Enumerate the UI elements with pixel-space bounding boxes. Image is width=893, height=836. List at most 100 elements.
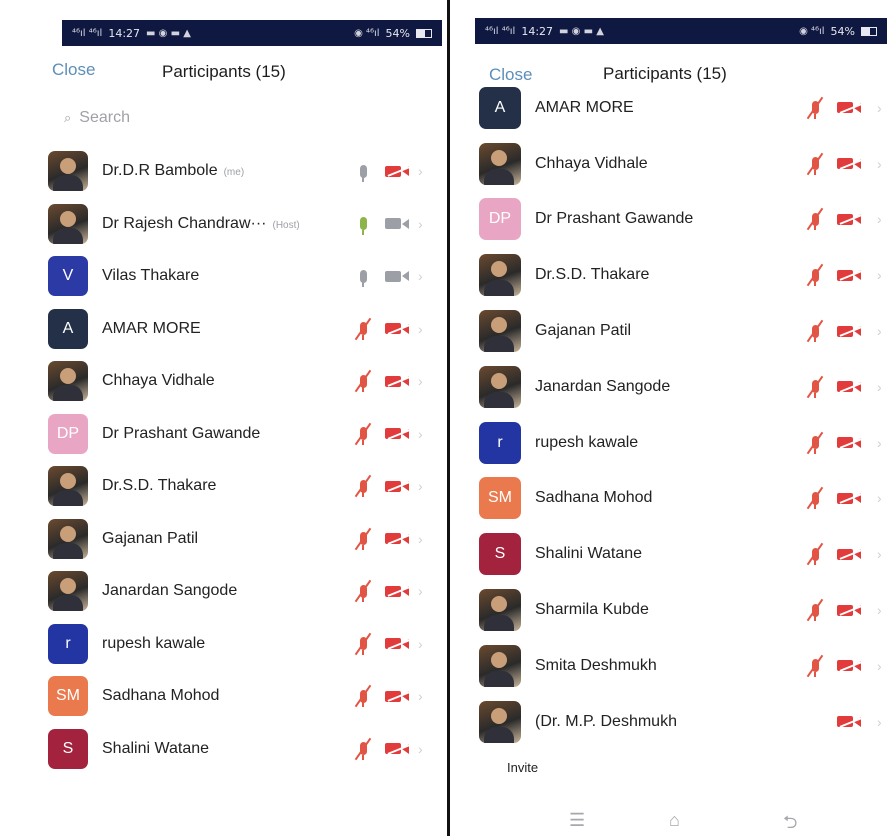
video-off-icon[interactable] xyxy=(837,269,861,282)
mic-icon[interactable] xyxy=(355,265,371,288)
chevron-right-icon[interactable]: › xyxy=(877,323,882,339)
video-off-icon[interactable] xyxy=(385,480,409,493)
video-off-icon[interactable] xyxy=(837,492,861,505)
chevron-right-icon[interactable]: › xyxy=(877,156,882,172)
participant-row[interactable]: r rupesh kawale › xyxy=(457,415,889,471)
participant-row[interactable]: Chhaya Vidhale › xyxy=(457,136,889,192)
mic-muted-icon[interactable] xyxy=(807,264,823,287)
chevron-right-icon[interactable]: › xyxy=(877,100,882,116)
chevron-right-icon[interactable]: › xyxy=(418,321,423,337)
chevron-right-icon[interactable]: › xyxy=(418,163,423,179)
mic-muted-icon[interactable] xyxy=(807,376,823,398)
video-off-icon[interactable] xyxy=(385,637,409,650)
chevron-right-icon[interactable]: › xyxy=(877,435,882,451)
participant-row[interactable]: V Vilas Thakare › xyxy=(22,250,442,303)
chevron-right-icon[interactable]: › xyxy=(418,478,423,494)
mic-muted-icon[interactable] xyxy=(355,580,371,603)
mic-muted-icon[interactable] xyxy=(807,487,823,510)
chevron-right-icon[interactable]: › xyxy=(877,714,882,730)
participant-row[interactable]: SM Sadhana Mohod › xyxy=(22,670,442,723)
mic-muted-icon[interactable] xyxy=(807,320,823,343)
video-off-icon[interactable] xyxy=(837,659,861,672)
mic-muted-icon[interactable] xyxy=(355,633,371,655)
video-icon[interactable] xyxy=(385,270,409,283)
mic-muted-icon[interactable] xyxy=(355,370,371,393)
video-off-icon[interactable] xyxy=(385,585,409,598)
mic-muted-icon[interactable] xyxy=(807,432,823,454)
participant-row[interactable]: Dr.S.D. Thakare › xyxy=(457,247,889,303)
mic-icon[interactable] xyxy=(355,160,371,183)
back-icon[interactable]: ⮌ xyxy=(783,810,797,836)
participant-row[interactable]: Gajanan Patil › xyxy=(22,513,442,566)
video-off-icon[interactable] xyxy=(837,715,861,728)
participant-row[interactable]: r rupesh kawale › xyxy=(22,618,442,671)
mic-muted-icon[interactable] xyxy=(807,599,823,622)
participant-row[interactable]: Dr.S.D. Thakare › xyxy=(22,460,442,513)
menu-icon[interactable]: ☰ xyxy=(569,810,585,831)
mic-muted-icon[interactable] xyxy=(807,153,823,175)
chevron-right-icon[interactable]: › xyxy=(418,216,423,232)
video-off-icon[interactable] xyxy=(385,532,409,545)
home-icon[interactable]: ⌂ xyxy=(669,810,680,831)
participant-row[interactable]: S Shalini Watane › xyxy=(22,723,442,776)
mic-muted-icon[interactable] xyxy=(355,318,371,340)
chevron-right-icon[interactable]: › xyxy=(418,373,423,389)
participant-row[interactable]: A AMAR MORE › xyxy=(457,80,889,136)
video-off-icon[interactable] xyxy=(837,548,861,561)
chevron-right-icon[interactable]: › xyxy=(877,658,882,674)
mic-muted-icon[interactable] xyxy=(355,475,371,498)
participant-row[interactable]: Dr.D.R Bambole (me) › xyxy=(22,145,442,198)
mic-muted-icon[interactable] xyxy=(807,655,823,677)
participant-row[interactable]: S Shalini Watane › xyxy=(457,526,889,582)
video-off-icon[interactable] xyxy=(837,101,861,114)
mic-muted-icon[interactable] xyxy=(355,423,371,445)
chevron-right-icon[interactable]: › xyxy=(418,583,423,599)
participant-row[interactable]: Janardan Sangode › xyxy=(22,565,442,618)
video-off-icon[interactable] xyxy=(837,436,861,449)
chevron-right-icon[interactable]: › xyxy=(877,379,882,395)
video-off-icon[interactable] xyxy=(385,322,409,335)
mic-muted-icon[interactable] xyxy=(355,738,371,760)
video-off-icon[interactable] xyxy=(837,380,861,393)
close-button[interactable]: Close xyxy=(52,60,95,80)
participant-row[interactable]: Sharmila Kubde › xyxy=(457,582,889,638)
participant-row[interactable]: Dr Rajesh Chandraw··· (Host) › xyxy=(22,198,442,251)
participant-row[interactable]: Gajanan Patil › xyxy=(457,303,889,359)
mic-muted-icon[interactable] xyxy=(355,685,371,708)
participant-row[interactable]: A AMAR MORE › xyxy=(22,303,442,356)
video-off-icon[interactable] xyxy=(837,325,861,338)
video-off-icon[interactable] xyxy=(385,165,409,178)
participant-row[interactable]: Smita Deshmukh › xyxy=(457,638,889,694)
chevron-right-icon[interactable]: › xyxy=(877,602,882,618)
participant-row[interactable]: Chhaya Vidhale › xyxy=(22,355,442,408)
chevron-right-icon[interactable]: › xyxy=(418,426,423,442)
chevron-right-icon[interactable]: › xyxy=(418,531,423,547)
chevron-right-icon[interactable]: › xyxy=(418,741,423,757)
chevron-right-icon[interactable]: › xyxy=(877,211,882,227)
mic-icon[interactable] xyxy=(355,213,371,235)
chevron-right-icon[interactable]: › xyxy=(877,267,882,283)
mic-muted-icon[interactable] xyxy=(807,543,823,566)
mic-muted-icon[interactable] xyxy=(807,208,823,231)
chevron-right-icon[interactable]: › xyxy=(418,636,423,652)
participant-row[interactable]: DP Dr Prashant Gawande › xyxy=(457,192,889,248)
chevron-right-icon[interactable]: › xyxy=(877,490,882,506)
chevron-right-icon[interactable]: › xyxy=(418,268,423,284)
participant-row[interactable]: SM Sadhana Mohod › xyxy=(457,471,889,527)
video-off-icon[interactable] xyxy=(385,742,409,755)
video-off-icon[interactable] xyxy=(385,690,409,703)
participant-row[interactable]: (Dr. M.P. Deshmukh › xyxy=(457,694,889,750)
mic-muted-icon[interactable] xyxy=(355,528,371,550)
invite-button[interactable]: Invite xyxy=(507,760,538,775)
video-off-icon[interactable] xyxy=(837,157,861,170)
chevron-right-icon[interactable]: › xyxy=(418,688,423,704)
search-input[interactable]: ⌕ Search xyxy=(64,104,404,132)
video-off-icon[interactable] xyxy=(385,427,409,440)
video-off-icon[interactable] xyxy=(837,604,861,617)
participant-row[interactable]: Janardan Sangode › xyxy=(457,359,889,415)
mic-muted-icon[interactable] xyxy=(807,97,823,119)
video-off-icon[interactable] xyxy=(385,375,409,388)
participant-row[interactable]: DP Dr Prashant Gawande › xyxy=(22,408,442,461)
chevron-right-icon[interactable]: › xyxy=(877,546,882,562)
video-off-icon[interactable] xyxy=(837,213,861,226)
